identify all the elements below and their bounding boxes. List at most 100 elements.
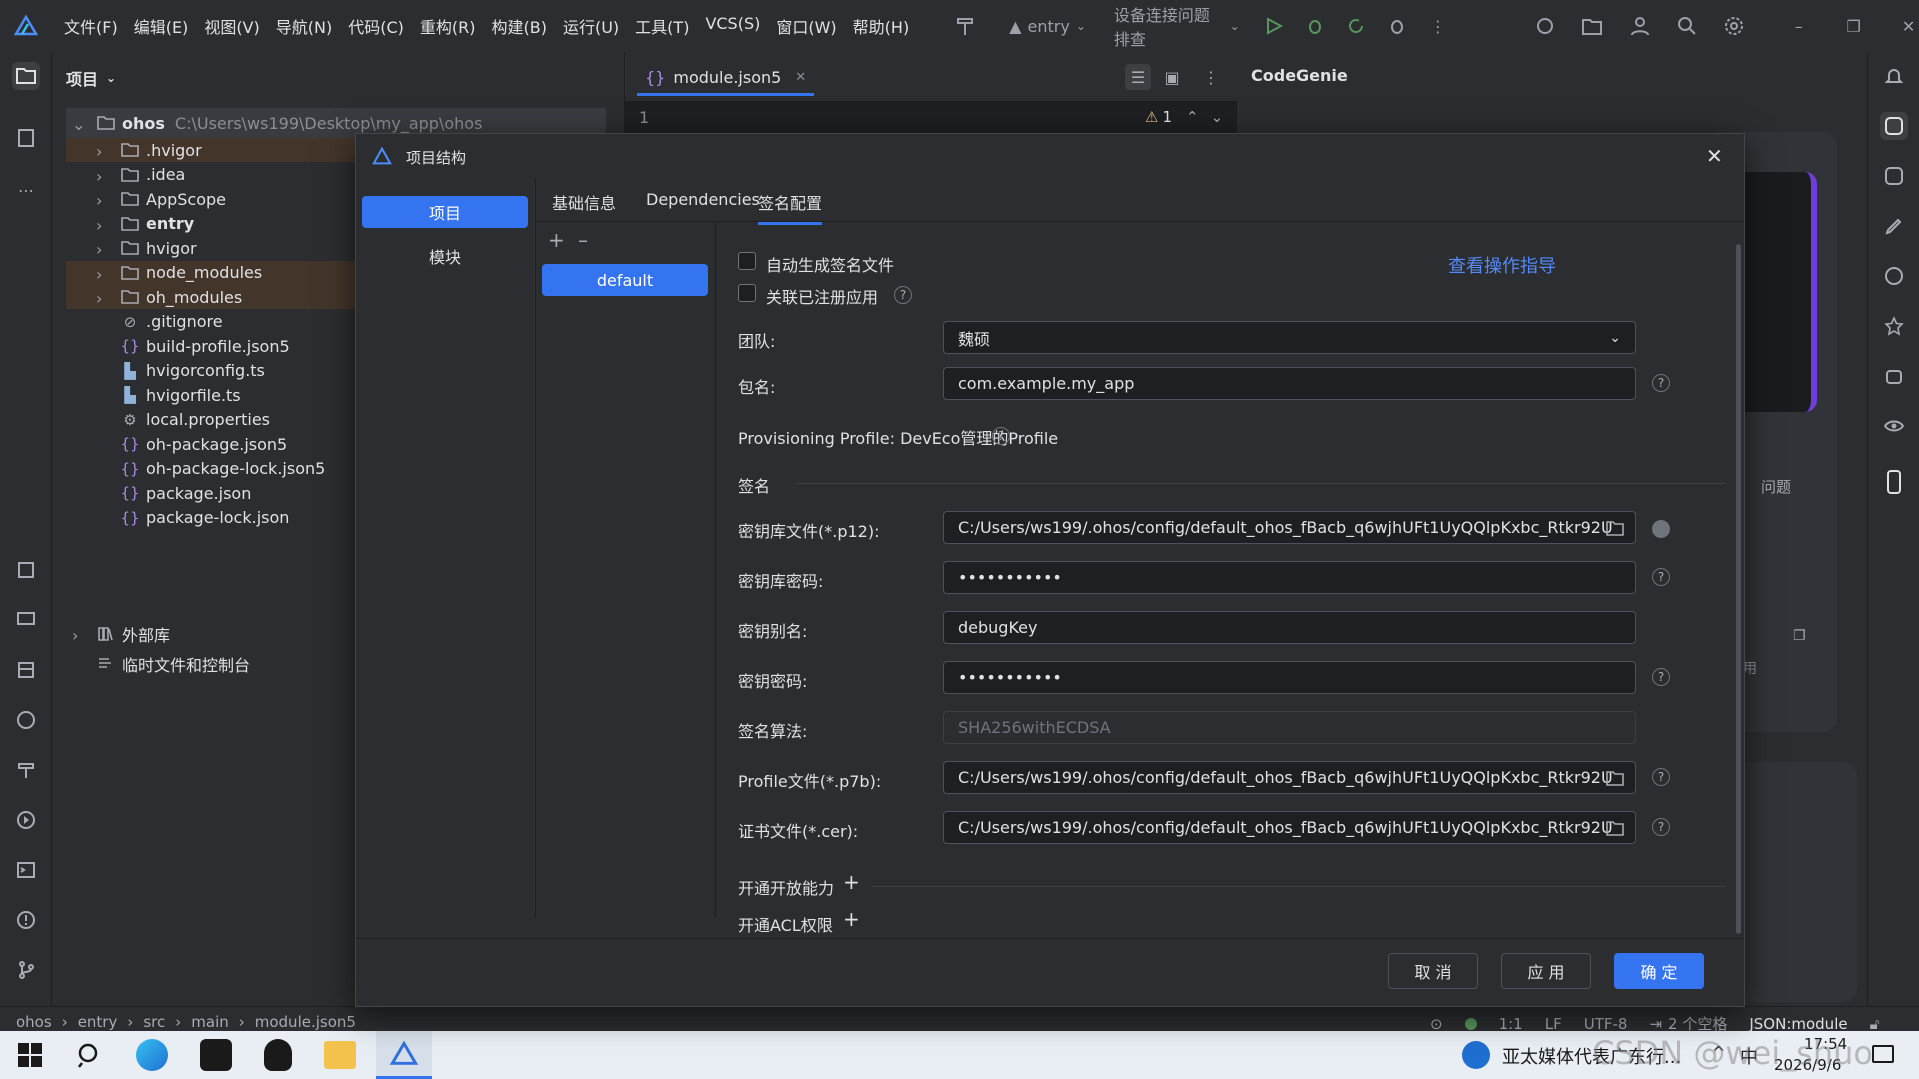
help-icon[interactable]: ? [1652,818,1670,836]
more-tools-icon[interactable]: ⋯ [12,176,40,204]
inspection-widget[interactable]: ⚠ 1 ⌃ ⌄ [1145,108,1223,126]
close-dialog-icon[interactable]: ✕ [1706,144,1723,168]
add-capability-icon[interactable]: + [843,870,860,894]
todo-icon[interactable] [12,556,40,584]
search-taskbar-icon[interactable] [76,1041,104,1069]
menu-item[interactable]: 视图(V) [204,14,259,38]
minimize-button[interactable]: – [1788,14,1809,38]
eye-icon[interactable] [1880,412,1908,440]
help-icon[interactable]: ? [894,286,912,304]
folder-icon[interactable] [1605,819,1625,837]
file-encoding[interactable]: UTF-8 [1584,1015,1628,1033]
menu-item[interactable]: 运行(U) [563,14,619,38]
menu-item[interactable]: 导航(N) [276,14,332,38]
cursor-position[interactable]: 1:1 [1499,1015,1523,1033]
chevron-down-icon[interactable]: ⌄ [1211,108,1224,126]
menu-item[interactable]: 代码(C) [348,14,404,38]
wechat-icon[interactable] [200,1039,232,1071]
phone-preview-icon[interactable] [1880,468,1908,496]
app-logo-icon[interactable] [14,14,38,38]
project-view-icon[interactable] [12,62,40,90]
qq-icon[interactable] [264,1039,292,1071]
team-select[interactable]: 魏硕 ⌄ [943,321,1636,354]
news-icon[interactable] [1462,1041,1490,1069]
menu-item[interactable]: 帮助(H) [853,14,910,38]
file-schema[interactable]: JSON:module [1749,1015,1847,1033]
tab-basic-info[interactable]: 基础信息 [552,190,616,214]
help-icon[interactable]: ? [1652,768,1670,786]
run-config-selector[interactable]: ▲ entry ⌄ [1009,17,1086,36]
store-file-field[interactable]: C:/Users/ws199/.ohos/config/default_ohos… [943,511,1636,544]
editor-more-icon[interactable]: ⋮ [1201,64,1221,90]
close-window-button[interactable]: ✕ [1898,14,1919,38]
edit-icon[interactable] [1880,212,1908,240]
menu-item[interactable]: 工具(T) [635,14,689,38]
build-tool-icon[interactable] [12,756,40,784]
structure-icon[interactable] [12,124,40,152]
terminal-icon[interactable] [12,856,40,884]
breadcrumb-item[interactable]: entry [78,1013,118,1031]
reader-mode-icon[interactable]: ☰ [1125,64,1151,90]
harmony-icon[interactable] [1880,162,1908,190]
apply-button[interactable]: 应 用 [1501,953,1591,989]
config-item-default[interactable]: default [542,264,708,296]
breadcrumb-item[interactable]: module.json5 [255,1013,356,1031]
profiler-icon[interactable] [1534,14,1555,38]
file-explorer-icon[interactable] [324,1041,356,1069]
add-acl-icon[interactable]: + [843,907,860,931]
nav-item-module[interactable]: 模块 [362,240,528,272]
run-tool-icon[interactable] [12,806,40,834]
chevron-up-icon[interactable]: ⌃ [1186,108,1199,126]
star-icon[interactable] [1880,312,1908,340]
menu-item[interactable]: 构建(B) [492,14,547,38]
editor-tab[interactable]: {} module.json5 ✕ [637,62,815,96]
scrollbar[interactable] [1736,244,1741,934]
settings-icon[interactable] [1723,14,1744,38]
breadcrumb-item[interactable]: main [191,1013,228,1031]
close-tab-icon[interactable]: ✕ [795,70,806,85]
edge-icon[interactable] [136,1039,168,1071]
device-selector[interactable]: 设备连接问题排查 ⌄ [1114,2,1240,50]
copy-icon[interactable]: ❐ [1793,628,1806,644]
tab-signing[interactable]: 签名配置 [758,190,823,225]
nav-item-project[interactable]: 项目 [362,196,528,228]
run-icon[interactable] [1264,14,1285,38]
tab-dependencies[interactable]: Dependencies [646,190,760,209]
cancel-button[interactable]: 取 消 [1388,953,1478,989]
problems-icon[interactable] [12,906,40,934]
menu-item[interactable]: 文件(F) [64,14,118,38]
bundle-field[interactable]: com.example.my_app [943,367,1636,400]
cert-field[interactable]: C:/Users/ws199/.ohos/config/default_ohos… [943,811,1636,844]
codegenie-status-icon[interactable]: ⊙ [1430,1015,1443,1033]
key-pwd-field[interactable]: ••••••••••• [943,661,1636,694]
codegenie-icon[interactable] [1880,112,1908,140]
device-manager-icon[interactable] [1581,14,1603,38]
help-icon[interactable]: ? [1652,668,1670,686]
menu-item[interactable]: VCS(S) [705,14,760,38]
more-icon[interactable]: ⋮ [1427,14,1448,38]
robot-icon[interactable] [1880,362,1908,390]
start-button[interactable] [18,1043,42,1067]
sync-status-icon[interactable] [1464,1017,1477,1030]
folder-icon[interactable] [1605,519,1625,537]
device-file-icon[interactable] [12,606,40,634]
notification-center-icon[interactable] [1872,1045,1894,1063]
remove-config-icon[interactable]: – [578,228,588,252]
breadcrumb-item[interactable]: ohos [16,1013,52,1031]
lock-icon[interactable]: 🔓︎ [1870,1015,1880,1033]
help-icon[interactable]: ? [992,427,1010,445]
breadcrumb-item[interactable]: src [143,1013,165,1031]
add-config-icon[interactable]: + [548,228,565,252]
build-icon[interactable] [955,14,977,38]
debug-icon[interactable] [1305,14,1326,38]
earth-icon[interactable] [1880,262,1908,290]
link-registered-checkbox[interactable] [738,284,756,302]
line-separator[interactable]: LF [1545,1015,1562,1033]
profiler-tool-icon[interactable] [12,706,40,734]
guide-link[interactable]: 查看操作指导 [1448,252,1556,278]
project-panel-header[interactable]: 项目 ⌄ [66,66,116,90]
help-icon[interactable]: ? [1652,374,1670,392]
split-view-icon[interactable]: ▣ [1159,64,1185,90]
layout-icon[interactable] [12,656,40,684]
menu-item[interactable]: 重构(R) [420,14,476,38]
